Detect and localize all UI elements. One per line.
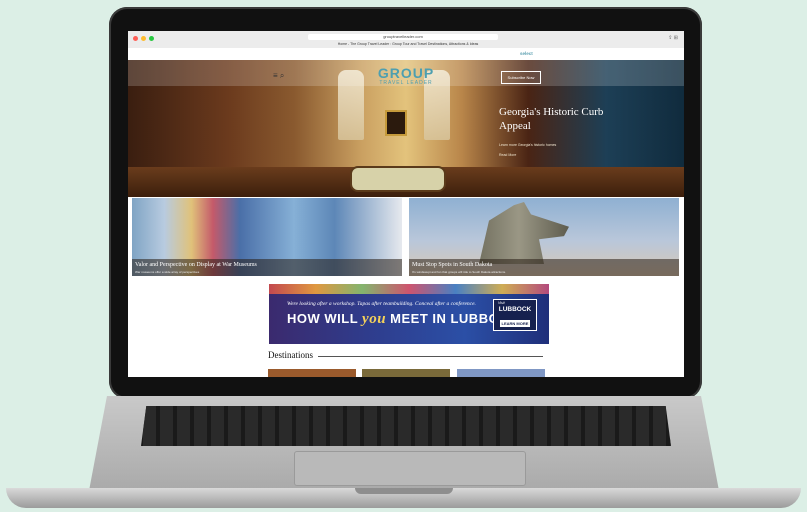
keyboard-keys <box>141 406 671 446</box>
site-logo[interactable]: GROUP TRAVEL LEADER <box>358 66 454 86</box>
address-bar[interactable]: grouptravelleader.com <box>308 34 498 40</box>
subscribe-button[interactable]: Subscribe Now <box>501 71 541 84</box>
ad-badge-name: LUBBOCK <box>498 306 532 313</box>
laptop-notch <box>355 488 453 494</box>
trackpad <box>294 451 526 486</box>
browser-chrome: grouptravelleader.com Home - The Group T… <box>128 31 684 49</box>
logo-main: GROUP <box>377 65 435 81</box>
hero-title[interactable]: Georgia's Historic Curb Appeal <box>499 105 609 133</box>
ad-headline-a: HOW WILL <box>287 311 363 326</box>
ad-script-text: Were looking after a workshop. Tapas aft… <box>287 301 476 307</box>
hero-sofa <box>350 166 446 192</box>
destinations-heading: Destinations <box>268 350 313 360</box>
ad-badge[interactable]: Visit LUBBOCK LEARN MORE <box>493 299 537 331</box>
ad-headline-you: you <box>362 311 387 327</box>
partner-logo-select[interactable]: select <box>520 51 533 56</box>
tab-title[interactable]: Home - The Group Travel Leader : Group T… <box>248 41 568 47</box>
destinations-divider <box>318 356 543 357</box>
share-icon[interactable]: ⇪ ⊞ <box>668 35 678 41</box>
screen: grouptravelleader.com Home - The Group T… <box>128 31 684 377</box>
minimize-icon[interactable] <box>141 36 146 41</box>
destination-thumb-2[interactable] <box>362 369 450 377</box>
menu-icon[interactable]: ≡ ⌕ <box>273 71 284 81</box>
window-controls[interactable] <box>133 36 154 41</box>
card-title[interactable]: Valor and Perspective on Display at War … <box>135 262 257 268</box>
lubbock-ad-banner[interactable]: Were looking after a workshop. Tapas aft… <box>269 284 549 344</box>
card-subtitle: War museums offer a wide array of perspe… <box>135 270 200 274</box>
ad-badge-visit: Visit <box>498 301 505 305</box>
ad-photo-strip <box>269 284 549 294</box>
article-card-south-dakota[interactable]: Must Stop Spots in South Dakota It's win… <box>409 198 679 276</box>
close-icon[interactable] <box>133 36 138 41</box>
destination-thumb-1[interactable] <box>268 369 356 377</box>
hero-portrait <box>385 110 407 136</box>
destination-thumb-3[interactable] <box>457 369 545 377</box>
card-subtitle: It's windswept and fun that groups will … <box>412 270 506 274</box>
keyboard <box>141 406 671 446</box>
logo-sub: TRAVEL LEADER <box>379 80 433 86</box>
ad-headline: HOW WILL you MEET IN LUBBOCK? <box>287 311 527 328</box>
maximize-icon[interactable] <box>149 36 154 41</box>
article-card-war-museums[interactable]: Valor and Perspective on Display at War … <box>132 198 402 276</box>
hero-read-more[interactable]: Read More <box>499 153 516 157</box>
hero-subtitle: Learn more Georgia's historic homes <box>499 143 557 147</box>
statue-image <box>479 202 569 264</box>
learn-more-button[interactable]: LEARN MORE <box>500 320 530 327</box>
card-title[interactable]: Must Stop Spots in South Dakota <box>412 262 492 268</box>
